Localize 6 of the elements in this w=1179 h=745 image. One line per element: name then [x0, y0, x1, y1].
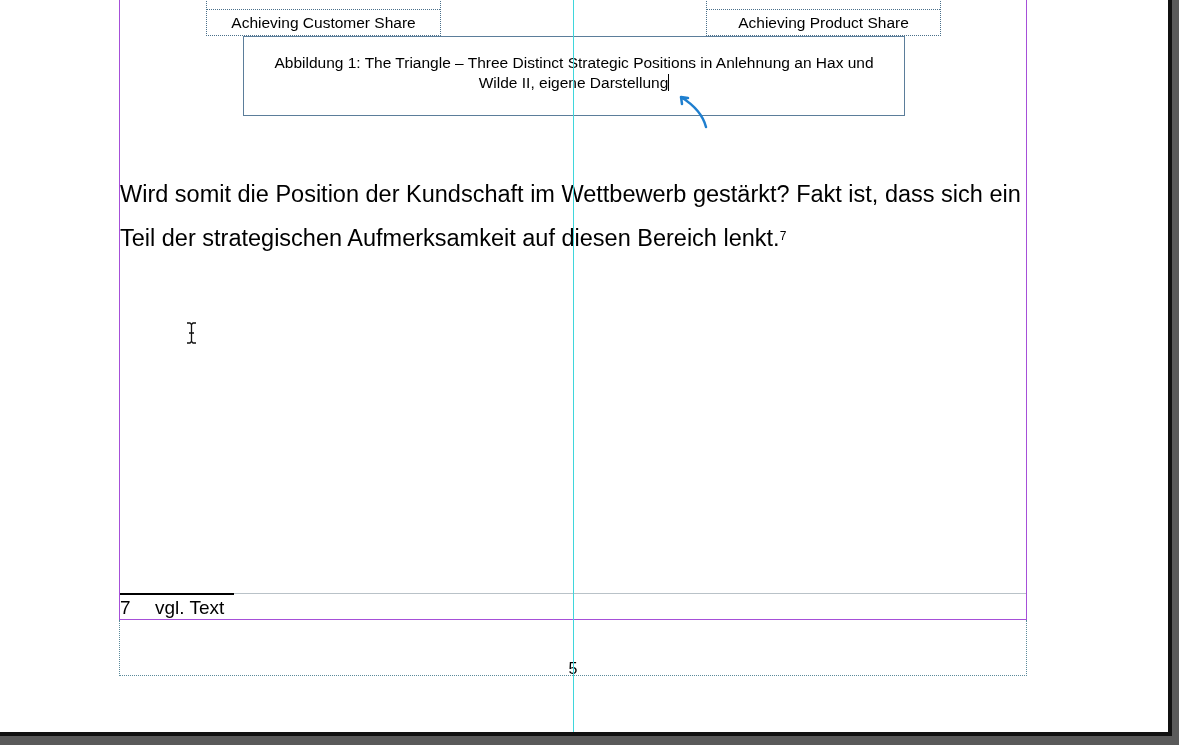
arrow-icon: [677, 93, 709, 129]
diagram-box-label: Achieving Customer Share: [230, 13, 417, 33]
footnote-number: 7: [120, 597, 132, 619]
footnote-text: vgl. Text: [155, 597, 225, 619]
diagram-box-label: Achieving Product Share: [737, 13, 910, 33]
text-cursor-icon: [186, 322, 197, 344]
